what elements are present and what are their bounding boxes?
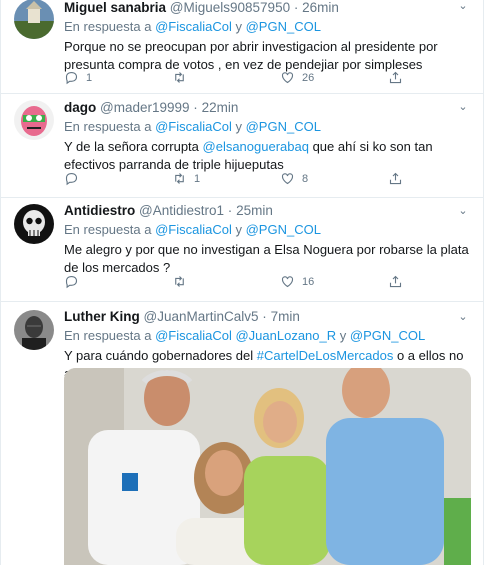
like-button[interactable]: 8 bbox=[280, 171, 308, 186]
retweet-count: 1 bbox=[194, 172, 201, 185]
timestamp[interactable]: 25min bbox=[236, 203, 273, 218]
avatar[interactable] bbox=[14, 0, 54, 39]
retweet-icon bbox=[175, 276, 184, 287]
avatar[interactable] bbox=[14, 100, 54, 140]
timestamp[interactable]: 26min bbox=[302, 0, 339, 15]
retweet-button[interactable]: 1 bbox=[172, 171, 200, 186]
mention-link[interactable]: @PGN_COL bbox=[246, 19, 321, 34]
reply-context: En respuesta a @FiscaliaCol @JuanLozano_… bbox=[64, 327, 469, 345]
share-icon bbox=[389, 275, 402, 288]
mention-link[interactable]: @PGN_COL bbox=[350, 328, 425, 343]
reply-count: 1 bbox=[86, 71, 93, 84]
mention-link[interactable]: @PGN_COL bbox=[246, 222, 321, 237]
like-icon bbox=[281, 276, 294, 288]
mention-link[interactable]: @FiscaliaCol bbox=[155, 119, 232, 134]
separator-dot: · bbox=[293, 0, 299, 15]
reply-prefix: En respuesta a bbox=[64, 222, 152, 237]
tweet-timeline: ⌄ Miguel sanabria @Miguels90857950 · 26m… bbox=[0, 0, 484, 565]
reply-context: En respuesta a @FiscaliaCol y @PGN_COL bbox=[64, 118, 469, 136]
retweet-button[interactable] bbox=[172, 70, 194, 85]
reply-prefix: En respuesta a bbox=[64, 19, 152, 34]
reply-icon bbox=[65, 275, 78, 289]
reply-icon bbox=[65, 71, 78, 85]
mention-link[interactable]: @elsanoguerabaq bbox=[203, 139, 309, 154]
share-icon bbox=[389, 172, 402, 185]
reply-context: En respuesta a @FiscaliaCol y @PGN_COL bbox=[64, 221, 469, 239]
user-handle[interactable]: @JuanMartinCalv5 bbox=[144, 309, 259, 324]
reply-separator: y bbox=[235, 19, 242, 34]
tweet-text: Y de la señora corrupta @elsanoguerabaq … bbox=[64, 138, 469, 174]
user-handle[interactable]: @Antidiestro1 bbox=[139, 203, 224, 218]
retweet-button[interactable] bbox=[172, 274, 194, 289]
avatar[interactable] bbox=[14, 204, 54, 244]
user-handle[interactable]: @Miguels90857950 bbox=[170, 0, 290, 15]
share-button[interactable] bbox=[388, 274, 403, 289]
avatar[interactable] bbox=[14, 310, 54, 350]
share-button[interactable] bbox=[388, 171, 403, 186]
reply-prefix: En respuesta a bbox=[64, 328, 152, 343]
tweet-actions: 1 26 bbox=[64, 70, 404, 88]
mention-link[interactable]: @PGN_COL bbox=[246, 119, 321, 134]
tweet-header: Antidiestro @Antidiestro1 · 25min bbox=[64, 202, 469, 220]
separator-dot: · bbox=[193, 100, 198, 115]
timestamp[interactable]: 7min bbox=[271, 309, 300, 324]
like-count: 8 bbox=[302, 172, 309, 185]
display-name[interactable]: Antidiestro bbox=[64, 203, 135, 218]
share-icon bbox=[389, 71, 402, 84]
tweet-header: Miguel sanabria @Miguels90857950 · 26min bbox=[64, 0, 469, 17]
tweet[interactable]: ⌄ Luther King @JuanMartinCalv5 · 7min En… bbox=[1, 302, 483, 565]
tweet-content: Antidiestro @Antidiestro1 · 25min En res… bbox=[64, 202, 469, 277]
reply-button[interactable] bbox=[64, 171, 86, 186]
display-name[interactable]: Miguel sanabria bbox=[64, 0, 166, 15]
reply-separator: y bbox=[339, 328, 347, 343]
tweet[interactable]: ⌄ dago @mader19999 · 22min En respuesta … bbox=[1, 94, 483, 198]
reply-separator: y bbox=[235, 222, 242, 237]
reply-button[interactable]: 1 bbox=[64, 70, 92, 85]
display-name[interactable]: dago bbox=[64, 100, 96, 115]
retweet-icon bbox=[175, 72, 184, 83]
mention-link[interactable]: @FiscaliaCol bbox=[155, 222, 232, 237]
reply-button[interactable] bbox=[64, 274, 86, 289]
tweet-actions: 16 bbox=[64, 274, 404, 292]
like-button[interactable]: 26 bbox=[280, 70, 314, 85]
reply-prefix: En respuesta a bbox=[64, 119, 152, 134]
display-name[interactable]: Luther King bbox=[64, 309, 140, 324]
tweet-content: Miguel sanabria @Miguels90857950 · 26min… bbox=[64, 0, 469, 74]
tweet-header: dago @mader19999 · 22min bbox=[64, 99, 469, 117]
tweet-text-part: Y de la señora corrupta bbox=[64, 139, 203, 154]
share-button[interactable] bbox=[388, 70, 403, 85]
tweet-text: Porque no se preocupan por abrir investi… bbox=[64, 39, 438, 72]
reply-icon bbox=[65, 172, 78, 186]
mention-link[interactable]: @JuanLozano_R bbox=[235, 328, 336, 343]
tweet[interactable]: ⌄ Miguel sanabria @Miguels90857950 · 26m… bbox=[1, 0, 483, 94]
tweet-actions: 1 8 bbox=[64, 171, 404, 189]
mention-link[interactable]: @FiscaliaCol bbox=[155, 19, 232, 34]
reply-separator: y bbox=[235, 119, 242, 134]
like-button[interactable]: 16 bbox=[280, 274, 314, 289]
tweet-text-part: Y para cuándo gobernadores del bbox=[64, 348, 257, 363]
tweet[interactable]: ⌄ Antidiestro @Antidiestro1 · 25min En r… bbox=[1, 198, 483, 302]
separator-dot: · bbox=[227, 203, 233, 218]
tweet-content: dago @mader19999 · 22min En respuesta a … bbox=[64, 99, 469, 174]
tweet-photo[interactable] bbox=[64, 368, 471, 565]
like-count: 26 bbox=[302, 71, 315, 84]
user-handle[interactable]: @mader19999 bbox=[100, 100, 190, 115]
separator-dot: · bbox=[262, 309, 267, 324]
retweet-icon bbox=[175, 173, 184, 184]
like-icon bbox=[281, 173, 294, 185]
mention-link[interactable]: @FiscaliaCol bbox=[155, 328, 232, 343]
like-icon bbox=[281, 72, 294, 84]
like-count: 16 bbox=[302, 275, 315, 288]
hashtag-link[interactable]: #CartelDeLosMercados bbox=[257, 348, 394, 363]
tweet-header: Luther King @JuanMartinCalv5 · 7min bbox=[64, 308, 469, 326]
reply-context: En respuesta a @FiscaliaCol y @PGN_COL bbox=[64, 18, 469, 36]
timestamp[interactable]: 22min bbox=[202, 100, 239, 115]
tweet-text: Me alegro y por que no investigan a Elsa… bbox=[64, 242, 469, 275]
